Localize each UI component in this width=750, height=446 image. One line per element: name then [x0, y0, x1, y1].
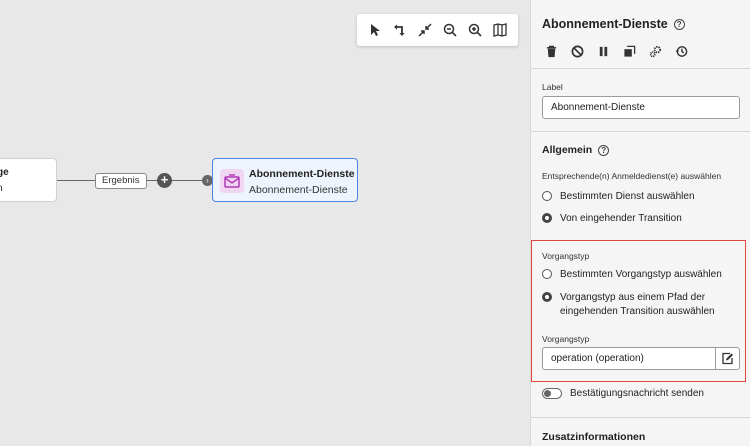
history-icon[interactable] — [670, 41, 692, 61]
delete-icon[interactable] — [540, 41, 562, 61]
radio-specific-service[interactable]: Bestimmten Dienst auswählen — [542, 190, 695, 204]
confirmation-toggle-label: Bestätigungsnachricht senden — [570, 388, 704, 399]
previous-node-title: ge — [0, 167, 9, 178]
confirmation-toggle[interactable] — [542, 388, 562, 399]
edit-expression-icon[interactable] — [715, 347, 740, 370]
divider — [531, 131, 750, 132]
transition-edge — [57, 180, 95, 181]
select-pointer-icon[interactable] — [362, 17, 387, 43]
general-title-text: Allgemein — [542, 144, 593, 156]
subscription-services-node[interactable]: Abonnement-Dienste Abonnement-Dienste — [212, 158, 358, 202]
service-select-label: Entsprechende(n) Anmeldedienst(e) auswäh… — [542, 171, 722, 181]
radio-label: Vorgangstyp aus einem Pfad der eingehend… — [560, 291, 715, 319]
minimap-icon[interactable] — [487, 17, 512, 43]
operation-input[interactable]: operation (operation) — [542, 347, 715, 370]
settings-icon[interactable] — [644, 41, 666, 61]
pause-icon[interactable] — [592, 41, 614, 61]
node-title: Abonnement-Dienste — [249, 168, 355, 180]
collapse-icon[interactable] — [412, 17, 437, 43]
previous-activity-node[interactable]: ge n — [0, 158, 57, 202]
copy-icon[interactable] — [618, 41, 640, 61]
confirmation-toggle-row[interactable]: Bestätigungsnachricht senden — [542, 388, 704, 399]
radio-label-line1: Vorgangstyp aus einem Pfad der — [560, 292, 706, 303]
radio-label-line2: eingehenden Transition auswählen — [560, 306, 715, 317]
help-icon[interactable]: ? — [673, 18, 685, 30]
radio-button-selected[interactable] — [542, 292, 552, 302]
previous-node-subtitle: n — [0, 183, 3, 194]
canvas-toolbar — [357, 14, 518, 46]
disable-icon[interactable] — [566, 41, 588, 61]
label-field-label: Label — [542, 82, 563, 92]
radio-operation-from-path[interactable]: Vorgangstyp aus einem Pfad der eingehend… — [542, 291, 715, 319]
radio-label: Von eingehender Transition — [560, 213, 682, 224]
radio-button[interactable] — [542, 191, 552, 201]
additional-info-section-title: Zusatzinformationen — [542, 431, 645, 443]
radio-label: Bestimmten Dienst auswählen — [560, 191, 695, 202]
general-section-title: Allgemein ? — [542, 144, 610, 156]
radio-label: Bestimmten Vorgangstyp auswählen — [560, 269, 722, 280]
radio-specific-operation-type[interactable]: Bestimmten Vorgangstyp auswählen — [542, 268, 722, 282]
operation-field: operation (operation) — [542, 347, 740, 370]
panel-actions — [540, 41, 692, 61]
add-activity-button[interactable]: + — [157, 173, 172, 188]
properties-panel: Abonnement-Dienste ? Label Abonnement-Di… — [530, 0, 750, 446]
transition-edge — [172, 180, 203, 181]
operation-type-title: Vorgangstyp — [542, 251, 590, 261]
node-subtitle: Abonnement-Dienste — [249, 184, 348, 196]
additional-info-title-text: Zusatzinformationen — [542, 431, 646, 443]
zoom-in-icon[interactable] — [462, 17, 487, 43]
divider — [531, 417, 750, 418]
envelope-subscription-icon — [220, 169, 244, 193]
radio-from-incoming-transition[interactable]: Von eingehender Transition — [542, 212, 682, 226]
zoom-out-icon[interactable] — [437, 17, 462, 43]
panel-title-text: Abonnement-Dienste — [542, 17, 668, 31]
reroute-icon[interactable] — [387, 17, 412, 43]
operation-field-label: Vorgangstyp — [542, 334, 590, 344]
radio-button[interactable] — [542, 269, 552, 279]
help-icon[interactable]: ? — [598, 144, 610, 156]
radio-button-selected[interactable] — [542, 213, 552, 223]
transition-label[interactable]: Ergebnis — [95, 173, 147, 189]
panel-title: Abonnement-Dienste ? — [542, 17, 685, 31]
label-input[interactable]: Abonnement-Dienste — [542, 96, 740, 119]
workflow-canvas[interactable]: ge n Ergebnis + › Abonnement-Dienste Abo… — [0, 0, 530, 446]
divider — [531, 68, 750, 69]
